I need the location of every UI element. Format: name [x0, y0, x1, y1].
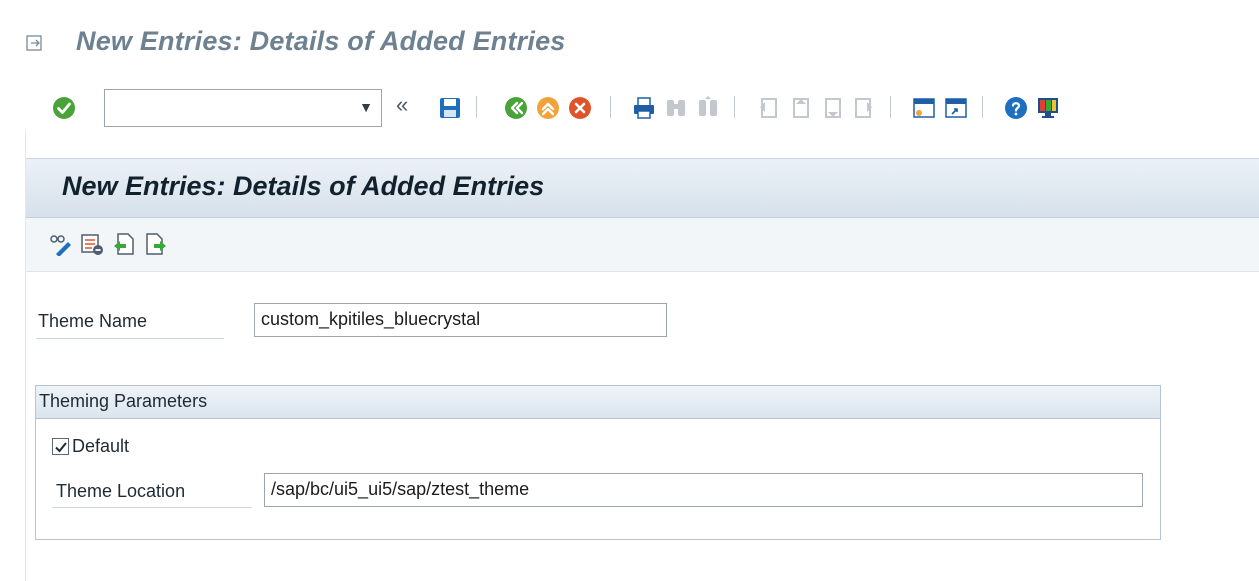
menu-icon[interactable]: [26, 34, 44, 52]
standard-toolbar: ▼ «: [0, 86, 1259, 130]
next-entry-icon[interactable]: [144, 232, 168, 256]
customize-layout-icon[interactable]: [1036, 96, 1060, 120]
separator: [982, 96, 983, 118]
title-bar: New Entries: Details of Added Entries: [0, 0, 1259, 86]
previous-page-icon[interactable]: [788, 96, 812, 120]
save-icon[interactable]: [438, 96, 462, 120]
previous-entry-icon[interactable]: [112, 232, 136, 256]
command-input[interactable]: [105, 90, 345, 124]
theme-name-label: Theme Name: [38, 311, 148, 331]
print-icon[interactable]: [632, 96, 656, 120]
group-header: Theming Parameters: [36, 386, 1160, 419]
label-underline: [52, 507, 252, 508]
theme-location-label: Theme Location: [56, 481, 186, 501]
first-page-icon[interactable]: [756, 96, 780, 120]
separator: [610, 96, 611, 118]
theme-name-field[interactable]: custom_kpitiles_bluecrystal: [254, 303, 667, 337]
group-title: Theming Parameters: [39, 391, 208, 411]
chevron-down-icon[interactable]: ▼: [359, 99, 373, 115]
theming-parameters-group: Theming Parameters Default Theme Locatio…: [35, 385, 1161, 540]
help-icon[interactable]: [1004, 96, 1028, 120]
window-title: New Entries: Details of Added Entries: [76, 26, 566, 56]
find-icon[interactable]: [664, 96, 688, 120]
last-page-icon[interactable]: [852, 96, 876, 120]
delete-row-icon[interactable]: [80, 232, 104, 256]
default-label: Default: [72, 436, 130, 456]
next-page-icon[interactable]: [820, 96, 844, 120]
back-icon[interactable]: [504, 96, 528, 120]
separator: [734, 96, 735, 118]
find-next-icon[interactable]: [696, 96, 720, 120]
default-checkbox[interactable]: [52, 438, 69, 455]
checkmark-icon: [55, 442, 67, 453]
separator: [476, 96, 477, 118]
separator: [890, 96, 891, 118]
main-panel: New Entries: Details of Added Entries Th…: [25, 130, 1259, 581]
exit-icon[interactable]: [536, 96, 560, 120]
shortcut-icon[interactable]: [944, 96, 968, 120]
application-toolbar: [26, 218, 1259, 272]
change-display-icon[interactable]: [48, 232, 72, 256]
collapse-chevron-icon[interactable]: «: [396, 92, 408, 118]
enter-checkmark-icon[interactable]: [52, 96, 76, 120]
panel-header: New Entries: Details of Added Entries: [26, 158, 1259, 218]
cancel-icon[interactable]: [568, 96, 592, 120]
command-field[interactable]: ▼: [104, 89, 382, 127]
label-underline: [36, 338, 224, 339]
theme-location-field[interactable]: /sap/bc/ui5_ui5/sap/ztest_theme: [264, 473, 1143, 507]
create-session-icon[interactable]: [912, 96, 936, 120]
panel-title: New Entries: Details of Added Entries: [62, 171, 545, 201]
